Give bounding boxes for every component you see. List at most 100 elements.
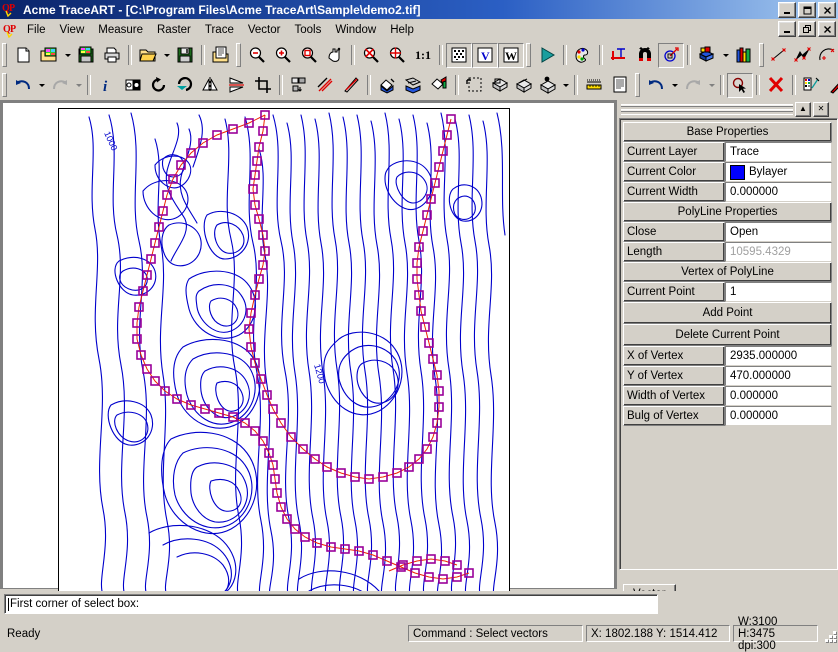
menu-item-help[interactable]: Help [383, 22, 421, 38]
run-trace-button[interactable] [534, 43, 560, 68]
x-of-vertex-value[interactable]: 2935.000000 [725, 346, 832, 366]
color-fill-button[interactable] [426, 73, 452, 98]
draw-point-button[interactable] [767, 43, 791, 68]
draw-polyline-button[interactable] [791, 43, 815, 68]
select-vectors-button[interactable] [727, 73, 753, 98]
width-of-vertex-value[interactable]: 0.000000 [725, 386, 832, 406]
y-of-vertex-value[interactable]: 470.000000 [725, 366, 832, 386]
print-button[interactable] [99, 43, 125, 68]
copy-button[interactable] [208, 43, 234, 68]
rotate-ccw-button[interactable] [146, 73, 172, 98]
crop-button[interactable] [250, 73, 276, 98]
new-raster-dropdown[interactable] [62, 44, 73, 67]
raster-info-button[interactable]: i [94, 73, 120, 98]
save-raster-button[interactable] [73, 43, 99, 68]
menu-item-measure[interactable]: Measure [91, 22, 150, 38]
command-input[interactable]: First corner of select box: [4, 594, 658, 614]
menu-item-vector[interactable]: Vector [241, 22, 288, 38]
bulg-of-vertex-value[interactable]: 0.000000 [725, 406, 832, 426]
eraser-block-button[interactable] [488, 73, 512, 98]
layer-manager-button[interactable] [731, 43, 757, 68]
resize-grip[interactable] [822, 628, 836, 642]
menu-item-file[interactable]: File [20, 22, 53, 38]
layer-color-button[interactable] [694, 43, 720, 68]
zoom-out-button[interactable] [244, 43, 270, 68]
contour-map-canvas[interactable]: 1000 1200 [59, 109, 509, 598]
raster-undo-button[interactable] [10, 73, 36, 98]
mirror-vertical-button[interactable] [198, 73, 224, 98]
toolbar-gripper[interactable] [759, 43, 764, 67]
report-page-button[interactable] [607, 73, 633, 98]
edit-vertex-button[interactable] [799, 73, 825, 98]
object-snap-button[interactable] [658, 43, 684, 68]
menu-item-raster[interactable]: Raster [150, 22, 198, 38]
vector-undo-dropdown[interactable] [669, 74, 680, 97]
view-wireframe-button[interactable]: W [498, 43, 524, 68]
zoom-extents-button[interactable] [384, 43, 410, 68]
open-button[interactable] [135, 43, 161, 68]
dock-collapse-button[interactable]: ▲ [795, 102, 811, 117]
menu-item-trace[interactable]: Trace [198, 22, 241, 38]
menu-item-tools[interactable]: Tools [287, 22, 328, 38]
toolbar-gripper[interactable] [2, 43, 7, 67]
close-value[interactable]: Open [725, 222, 832, 242]
vector-undo-button[interactable] [643, 73, 669, 98]
ortho-mode-button[interactable] [606, 43, 632, 68]
minimize-button[interactable] [778, 2, 796, 18]
eraser-point-dropdown[interactable] [560, 74, 571, 97]
pan-hand-button[interactable] [322, 43, 348, 68]
close-button[interactable] [818, 2, 836, 18]
mdi-minimize-button[interactable] [778, 21, 796, 37]
deskew-button[interactable] [338, 73, 364, 98]
toolbar-gripper[interactable] [2, 73, 7, 97]
magic-wand-button[interactable] [825, 73, 838, 98]
mdi-close-button[interactable] [818, 21, 836, 37]
raster-page[interactable]: 1000 1200 [58, 108, 510, 599]
menu-item-view[interactable]: View [53, 22, 92, 38]
add-point-button[interactable]: Add Point [623, 302, 832, 324]
select-rect-button[interactable] [462, 73, 488, 98]
toolbar-gripper[interactable] [526, 43, 531, 67]
window-controls [778, 2, 836, 18]
zoom-in-button[interactable] [270, 43, 296, 68]
snap-magnet-button[interactable] [632, 43, 658, 68]
new-document-button[interactable] [10, 43, 36, 68]
current-point-value[interactable]: 1 [725, 282, 832, 302]
resize-image-button[interactable] [286, 73, 312, 98]
current-color-value-cell[interactable]: Bylayer [725, 162, 832, 182]
eraser-point-button[interactable] [536, 73, 560, 98]
zoom-window-button[interactable] [296, 43, 322, 68]
trace-settings-button[interactable] [570, 43, 596, 68]
current-layer-value[interactable]: Trace [725, 142, 832, 162]
rotate-cw-button[interactable] [172, 73, 198, 98]
dock-close-button[interactable]: ✕ [813, 102, 829, 117]
draw-arc-button[interactable] [815, 43, 838, 68]
current-width-value[interactable]: 0.000000 [725, 182, 832, 202]
raster-undo-dropdown[interactable] [36, 74, 47, 97]
delete-current-point-button[interactable]: Delete Current Point [623, 324, 832, 346]
view-vector-button[interactable]: V [472, 43, 498, 68]
delete-vectors-button[interactable] [763, 73, 789, 98]
paint-bucket-button[interactable] [374, 73, 400, 98]
despeckle-button[interactable] [312, 73, 338, 98]
mdi-document-icon[interactable]: Q P [3, 22, 20, 38]
toolbar-gripper[interactable] [236, 43, 241, 67]
maximize-button[interactable] [798, 2, 816, 18]
mirror-horizontal-button[interactable] [224, 73, 250, 98]
erase-area-button[interactable] [400, 73, 426, 98]
open-dropdown[interactable] [161, 44, 172, 67]
mdi-restore-button[interactable] [798, 21, 816, 37]
measure-ruler-button[interactable] [581, 73, 607, 98]
toolbar-gripper[interactable] [635, 73, 640, 97]
document-window[interactable]: 1000 1200 [2, 102, 614, 588]
save-button[interactable] [172, 43, 198, 68]
layer-color-dropdown[interactable] [720, 44, 731, 67]
zoom-fit-button[interactable] [358, 43, 384, 68]
dock-gripper[interactable] [621, 104, 793, 115]
new-raster-button[interactable] [36, 43, 62, 68]
eraser-line-button[interactable] [512, 73, 536, 98]
view-raster-button[interactable] [446, 43, 472, 68]
invert-colors-button[interactable] [120, 73, 146, 98]
zoom-actual-size-button[interactable]: 1:1 [410, 43, 436, 68]
menu-item-window[interactable]: Window [328, 22, 383, 38]
